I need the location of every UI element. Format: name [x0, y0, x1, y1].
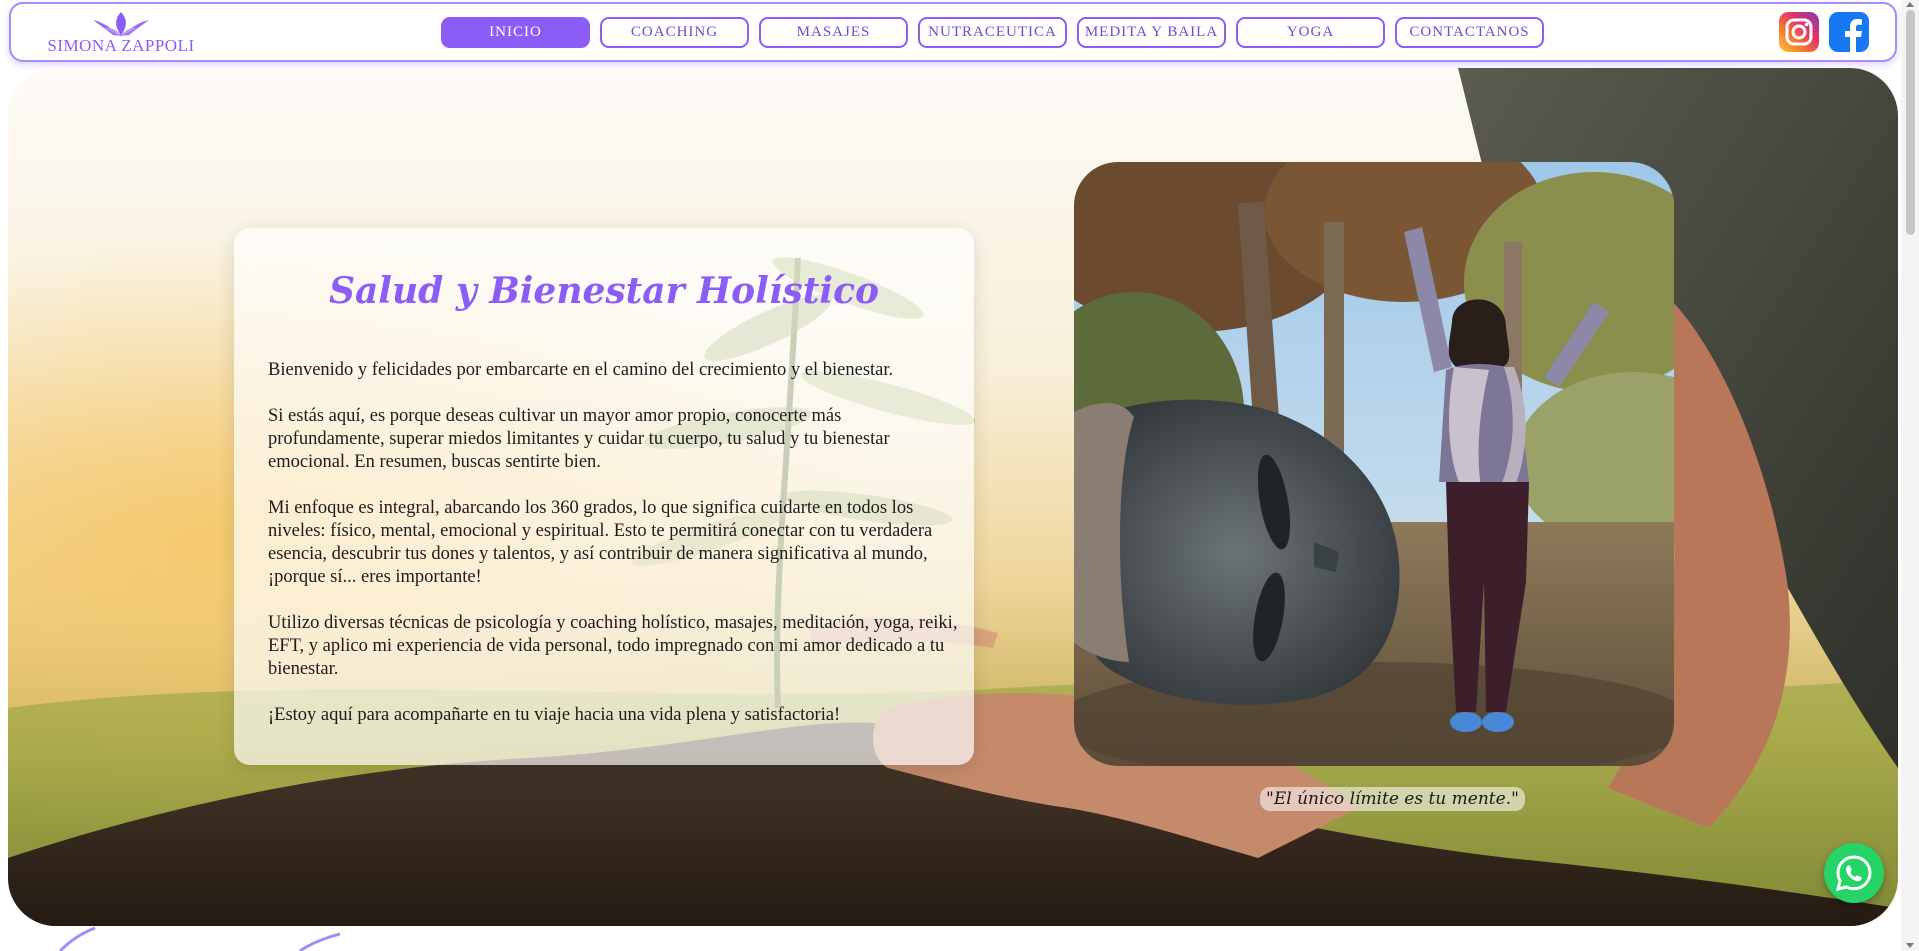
hero-title: Salud y Bienestar Holístico	[328, 270, 880, 312]
intro-paragraph: Utilizo diversas técnicas de psicología …	[268, 613, 958, 679]
photo-woman-with-statue	[1074, 162, 1674, 766]
section-divider-decoration	[58, 926, 340, 951]
whatsapp-button[interactable]	[1824, 843, 1884, 903]
intro-paragraph: Mi enfoque es integral, abarcando los 36…	[268, 498, 933, 587]
nav-yoga[interactable]: YOGA	[1236, 17, 1385, 48]
intro-paragraph: ¡Estoy aquí para acompañarte en tu viaje…	[268, 705, 841, 725]
whatsapp-icon	[1835, 855, 1872, 892]
instagram-icon[interactable]	[1779, 12, 1819, 52]
social-links	[1779, 12, 1869, 52]
nav-inicio[interactable]: INICIO	[441, 17, 590, 48]
nav-coaching[interactable]: COACHING	[600, 17, 749, 48]
hero-section: Salud y Bienestar Holístico Bienvenido y…	[8, 68, 1898, 926]
profile-photo	[1074, 162, 1674, 766]
nav-masajes[interactable]: MASAJES	[759, 17, 908, 48]
scroll-up-arrow-icon[interactable]	[1906, 2, 1914, 7]
intro-paragraph: Si estás aquí, es porque deseas cultivar…	[268, 406, 890, 472]
logo-text: SIMONA ZAPPOLI	[47, 36, 195, 55]
site-logo[interactable]: SIMONA ZAPPOLI	[41, 10, 201, 58]
nav-medita-y-baila[interactable]: MEDITA Y BAILA	[1077, 17, 1226, 48]
facebook-icon[interactable]	[1829, 12, 1869, 52]
nav-contactanos[interactable]: CONTACTANOS	[1395, 17, 1544, 48]
intro-text: Bienvenido y felicidades por embarcarte …	[268, 359, 958, 750]
page-scrollbar[interactable]	[1901, 0, 1919, 951]
scroll-down-arrow-icon[interactable]	[1906, 943, 1914, 948]
main-nav: INICIO COACHING MASAJES NUTRACEUTICA MED…	[441, 17, 1544, 48]
hero-quote: "El único límite es tu mente."	[1260, 787, 1525, 811]
intro-paragraph: Bienvenido y felicidades por embarcarte …	[268, 360, 894, 380]
top-navbar: SIMONA ZAPPOLI INICIO COACHING MASAJES N…	[9, 2, 1897, 62]
scrollbar-thumb[interactable]	[1906, 10, 1915, 235]
nav-nutraceutica[interactable]: NUTRACEUTICA	[918, 17, 1067, 48]
intro-card: Salud y Bienestar Holístico Bienvenido y…	[234, 228, 974, 765]
